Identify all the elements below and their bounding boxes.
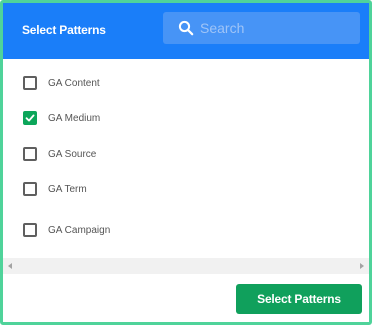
pattern-item-ga-medium[interactable]: GA Medium [23,110,100,126]
checkbox-ga-term[interactable] [23,182,37,196]
search-icon [178,20,194,36]
checkbox-ga-campaign[interactable] [23,223,37,237]
pattern-item-ga-content[interactable]: GA Content [23,75,100,91]
checkbox-ga-medium[interactable] [23,111,37,125]
pattern-label: GA Term [48,183,87,195]
checkbox-ga-source[interactable] [23,147,37,161]
pattern-item-ga-term[interactable]: GA Term [23,181,87,197]
scroll-right-icon[interactable] [360,263,364,269]
scroll-left-icon[interactable] [8,263,12,269]
dialog-header: Select Patterns [3,3,369,59]
search-input[interactable] [200,12,350,44]
select-patterns-button[interactable]: Select Patterns [236,284,362,314]
select-patterns-dialog: Select Patterns GA Content GA Medium [0,0,372,325]
checkmark-icon [25,114,35,122]
pattern-label: GA Medium [48,112,101,124]
checkbox-ga-content[interactable] [23,76,37,90]
search-box[interactable] [163,12,360,44]
pattern-label: GA Content [48,77,100,89]
horizontal-scrollbar[interactable] [3,258,369,274]
pattern-label: GA Source [48,148,97,160]
pattern-item-ga-source[interactable]: GA Source [23,146,96,162]
pattern-item-ga-campaign[interactable]: GA Campaign [23,222,110,238]
dialog-title: Select Patterns [22,23,106,37]
pattern-label: GA Campaign [48,224,111,236]
